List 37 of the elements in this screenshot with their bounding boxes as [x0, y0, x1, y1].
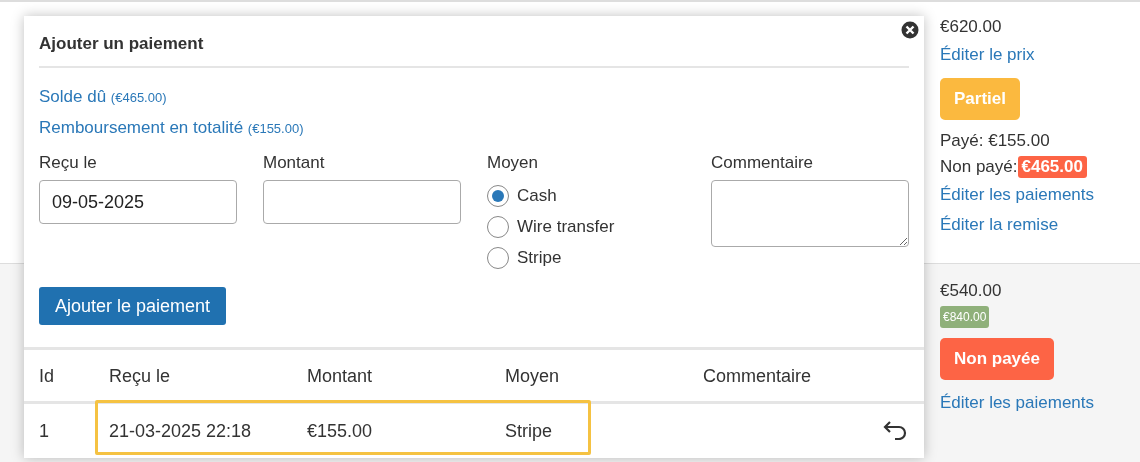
- comment-field[interactable]: [711, 180, 909, 247]
- price: €540.00: [940, 280, 1002, 302]
- edit-price-link[interactable]: Éditer le prix: [940, 42, 1035, 68]
- table-cell: Stripe: [490, 402, 688, 458]
- old-price: €840.00: [940, 306, 990, 328]
- column-header: Montant: [292, 348, 490, 403]
- dialog-title: Ajouter un paiement: [39, 34, 204, 54]
- status-badge: Partiel: [940, 78, 1020, 120]
- close-icon[interactable]: [901, 21, 919, 39]
- table-cell: 1: [24, 402, 94, 458]
- edit-link[interactable]: Éditer les paiements: [940, 182, 1095, 208]
- date-field[interactable]: 09-05-2025: [39, 180, 237, 224]
- add-payment-button[interactable]: Ajouter le paiement: [39, 287, 227, 325]
- status-badge: Non payée: [940, 338, 1054, 380]
- table-cell: 21-03-2025 22:18: [94, 402, 292, 458]
- amount-field[interactable]: [263, 180, 461, 224]
- radio-option[interactable]: Stripe: [487, 242, 711, 273]
- field-label: Commentaire: [711, 152, 815, 174]
- field-label: Moyen: [487, 152, 540, 174]
- edit-link[interactable]: Éditer la remise: [940, 212, 1059, 238]
- paid-amount: Payé: €155.00: [940, 130, 1050, 152]
- unpaid-amount: €465.00: [1017, 156, 1087, 178]
- column-header: Reçu le: [94, 348, 292, 403]
- table-cell: €155.00: [292, 402, 490, 458]
- edit-link[interactable]: Éditer les paiements: [940, 390, 1095, 416]
- column-header: Commentaire: [688, 348, 924, 403]
- amount-link[interactable]: Solde dû (€465.00): [39, 82, 909, 113]
- radio-option[interactable]: Cash: [487, 180, 711, 211]
- undo-icon[interactable]: [883, 418, 909, 440]
- field-label: Montant: [263, 152, 326, 174]
- unpaid-label: Non payé:: [940, 156, 1018, 178]
- field-label: Reçu le: [39, 152, 98, 174]
- radio-option[interactable]: Wire transfer: [487, 211, 711, 242]
- price: €620.00: [940, 16, 1002, 38]
- column-header: Moyen: [490, 348, 688, 403]
- amount-link[interactable]: Remboursement en totalité (€155.00): [39, 113, 909, 144]
- column-header: Id: [24, 348, 94, 403]
